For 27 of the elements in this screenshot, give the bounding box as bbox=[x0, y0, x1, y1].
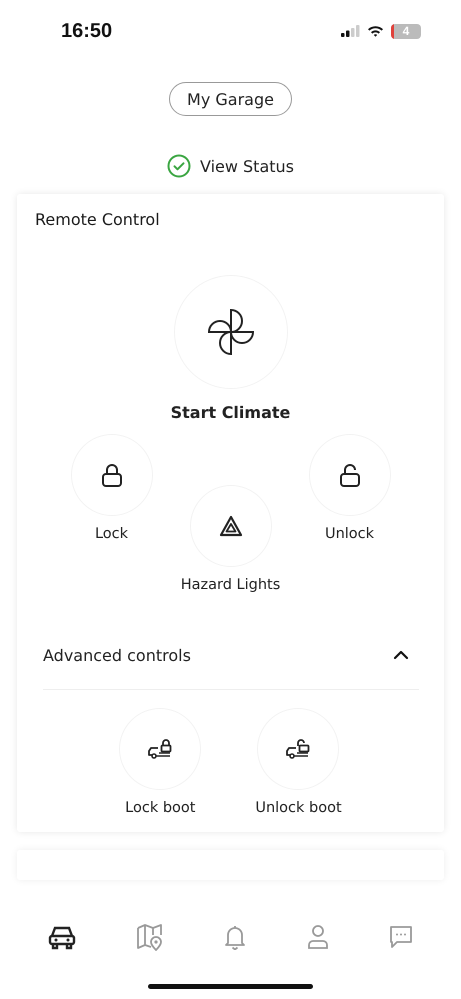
warning-triangle-icon bbox=[218, 515, 242, 537]
fan-icon bbox=[206, 308, 254, 356]
check-circle-icon bbox=[166, 154, 191, 178]
control-label: Unlock bbox=[324, 526, 374, 542]
bell-icon bbox=[224, 924, 246, 950]
wifi-icon bbox=[367, 25, 384, 37]
my-garage-button[interactable]: My Garage bbox=[169, 82, 292, 116]
signal-icon bbox=[341, 25, 360, 37]
start-climate-label: Start Climate bbox=[170, 403, 290, 422]
advanced-controls-header[interactable]: Advanced controls bbox=[43, 631, 419, 690]
chat-bubble-icon bbox=[388, 925, 413, 949]
control-label: Lock boot bbox=[125, 800, 196, 816]
battery-indicator: 4 bbox=[391, 24, 421, 38]
open-padlock-icon bbox=[338, 463, 360, 487]
control-label: Hazard Lights bbox=[180, 577, 280, 593]
view-status-link[interactable]: View Status bbox=[200, 156, 294, 176]
car-boot-open-padlock-icon bbox=[285, 738, 312, 760]
car-boot-padlock-icon bbox=[147, 738, 174, 760]
section-title: Advanced controls bbox=[43, 646, 191, 664]
car-icon bbox=[48, 924, 76, 950]
padlock-icon bbox=[100, 463, 122, 487]
clock-time: 16:50 bbox=[61, 20, 112, 42]
card-title: Remote Control bbox=[35, 210, 161, 229]
control-label: Unlock boot bbox=[255, 800, 342, 816]
map-pin-icon bbox=[136, 923, 164, 951]
person-icon bbox=[306, 924, 329, 950]
control-label: Lock bbox=[94, 526, 128, 542]
